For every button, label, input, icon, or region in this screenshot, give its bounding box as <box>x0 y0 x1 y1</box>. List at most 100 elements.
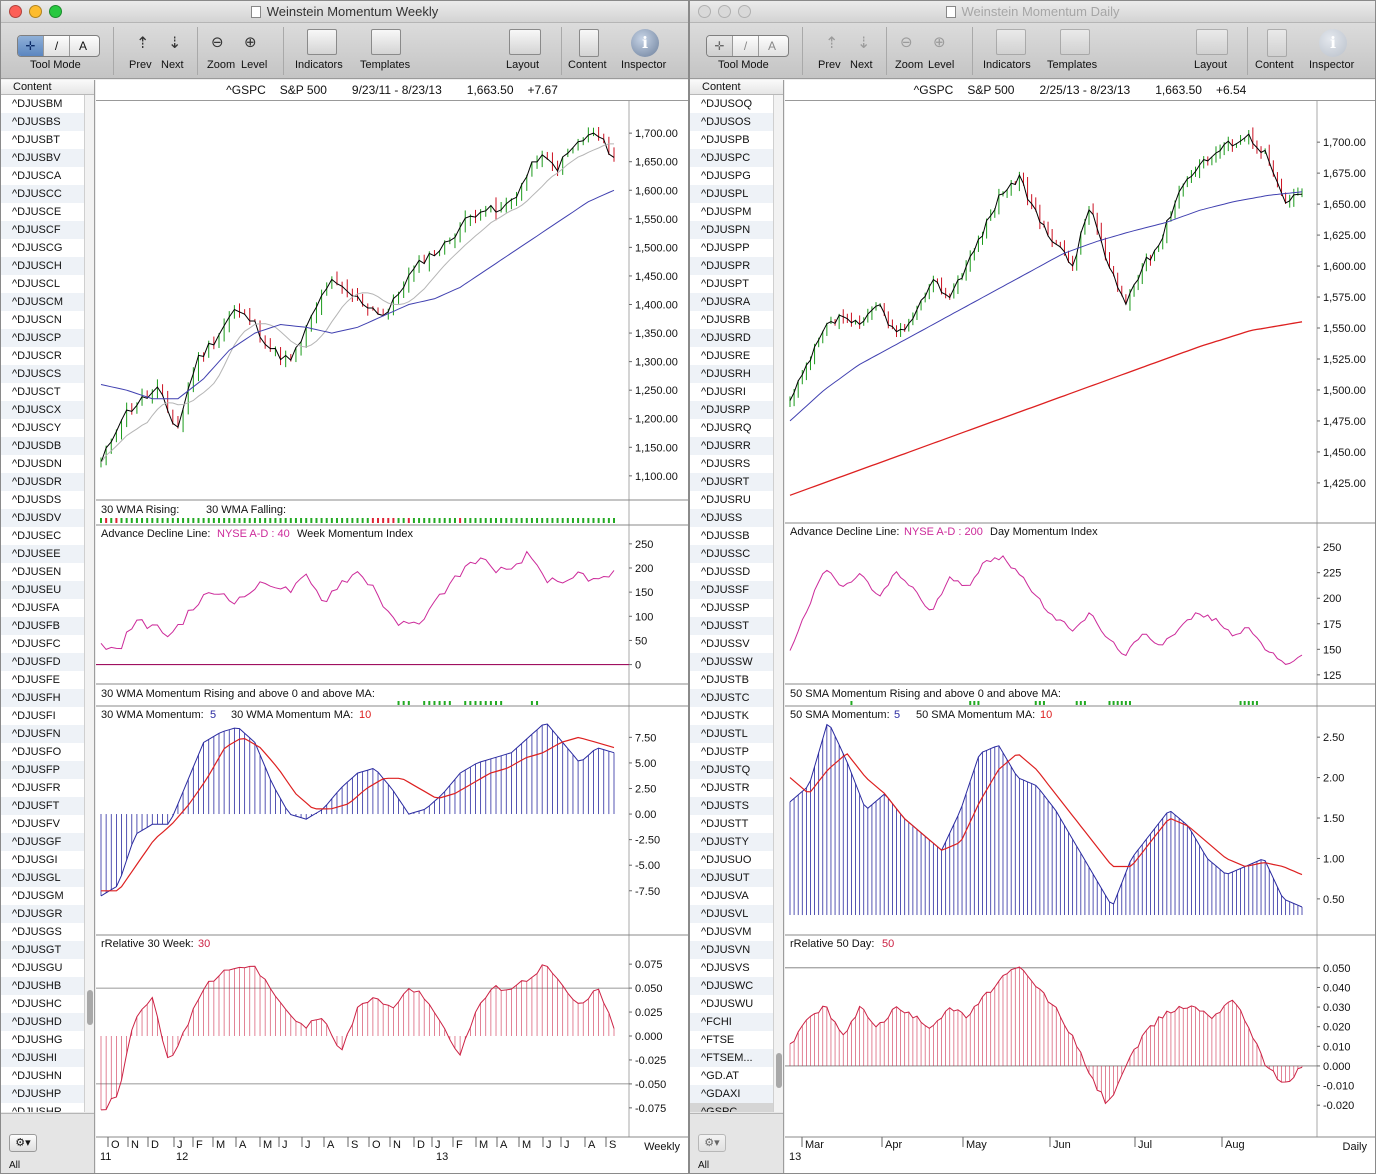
zoom-window-button[interactable] <box>738 5 751 18</box>
line-tool-icon[interactable]: / <box>44 36 70 56</box>
symbol-list-item[interactable]: ^DJUSCA <box>1 167 84 185</box>
all-filter-label[interactable]: All <box>698 1160 709 1171</box>
symbol-list-item[interactable]: ^DJUSTS <box>690 797 773 815</box>
symbol-list-item[interactable]: ^DJUSFR <box>1 779 84 797</box>
symbol-list-item[interactable]: ^DJUSFI <box>1 707 84 725</box>
symbol-list-item[interactable]: ^DJUSEC <box>1 527 84 545</box>
symbol-list-item[interactable]: ^DJUSBS <box>1 113 84 131</box>
symbol-list-item[interactable]: ^DJUSUO <box>690 851 773 869</box>
symbol-list-item[interactable]: ^DJUSSB <box>690 527 773 545</box>
next-button[interactable]: Next <box>850 59 873 71</box>
prev-arrow-icon[interactable]: ⇡ <box>825 33 838 53</box>
symbol-list-item[interactable]: ^DJUSWU <box>690 995 773 1013</box>
symbol-list-item[interactable]: ^DJUSVS <box>690 959 773 977</box>
symbol-list-item[interactable]: ^DJUSTB <box>690 671 773 689</box>
window-titlebar[interactable]: Weinstein Momentum Daily <box>690 1 1375 23</box>
symbol-list-item[interactable]: ^DJUSHI <box>1 1049 84 1067</box>
symbol-list-item[interactable]: ^DJUSFT <box>1 797 84 815</box>
symbol-list-item[interactable]: ^DJUSFV <box>1 815 84 833</box>
symbol-list-item[interactable]: ^DJUSFD <box>1 653 84 671</box>
scrollbar-thumb[interactable] <box>776 1053 782 1088</box>
next-button[interactable]: Next <box>161 59 184 71</box>
inspector-button[interactable]: Inspector <box>1309 59 1354 71</box>
symbol-list-item[interactable]: ^DJUSGM <box>1 887 84 905</box>
sidebar-header[interactable]: Content <box>690 80 783 95</box>
layout-button[interactable]: Layout <box>506 59 539 71</box>
symbol-list-item[interactable]: ^DJUSCC <box>1 185 84 203</box>
symbol-list-item[interactable]: ^DJUSCS <box>1 365 84 383</box>
symbol-list-item[interactable]: ^DJUSFA <box>1 599 84 617</box>
sidebar-scrollbar[interactable] <box>773 95 783 1112</box>
symbol-list-item[interactable]: ^DJUSCP <box>1 329 84 347</box>
symbol-list-item[interactable]: ^DJUSGU <box>1 959 84 977</box>
symbol-list-item[interactable]: ^DJUSHR <box>1 1103 84 1112</box>
sidebar-scrollbar[interactable] <box>84 95 94 1112</box>
symbol-list-item[interactable]: ^DJUSBV <box>1 149 84 167</box>
content-icon[interactable] <box>1267 29 1287 57</box>
symbol-list-item[interactable]: ^DJUSGS <box>1 923 84 941</box>
layout-button[interactable]: Layout <box>1194 59 1227 71</box>
symbol-list-item[interactable]: ^DJUSEE <box>1 545 84 563</box>
chart-area[interactable]: ^GSPC S&P 500 2/25/13 - 8/23/13 1,663.50 +6.… <box>785 80 1375 1173</box>
symbol-list-item[interactable]: ^DJUSFE <box>1 671 84 689</box>
symbol-list-item[interactable]: ^DJUSEU <box>1 581 84 599</box>
symbol-list-item[interactable]: ^DJUSPM <box>690 203 773 221</box>
prev-button[interactable]: Prev <box>129 59 152 71</box>
symbol-list-item[interactable]: ^DJUSRH <box>690 365 773 383</box>
symbol-list-item[interactable]: ^DJUSCR <box>1 347 84 365</box>
symbol-list-item[interactable]: ^DJUSCE <box>1 203 84 221</box>
layout-icon[interactable] <box>1196 29 1228 55</box>
symbol-list-item[interactable]: ^DJUSPR <box>690 257 773 275</box>
symbol-list-item[interactable]: ^DJUSSW <box>690 653 773 671</box>
symbol-list-item[interactable]: ^DJUSBT <box>1 131 84 149</box>
symbol-list-item[interactable]: ^GD.AT <box>690 1067 773 1085</box>
symbol-list-item[interactable]: ^DJUSCG <box>1 239 84 257</box>
symbol-list-item[interactable]: ^DJUSPN <box>690 221 773 239</box>
symbol-list-item[interactable]: ^DJUSST <box>690 617 773 635</box>
symbol-list-item[interactable]: ^DJUSCT <box>1 383 84 401</box>
symbol-list-item[interactable]: ^DJUSRA <box>690 293 773 311</box>
symbol-list-item[interactable]: ^DJUSEN <box>1 563 84 581</box>
chart-area[interactable]: ^GSPC S&P 500 9/23/11 - 8/23/13 1,663.50 +7.… <box>96 80 688 1173</box>
line-tool-icon[interactable]: / <box>733 36 759 56</box>
close-window-button[interactable] <box>9 5 22 18</box>
zoom-in-icon[interactable]: ⊕ <box>933 33 946 51</box>
symbol-list-item[interactable]: ^DJUSSD <box>690 563 773 581</box>
close-window-button[interactable] <box>698 5 711 18</box>
symbol-list-item[interactable]: ^DJUSRP <box>690 401 773 419</box>
symbol-list-item[interactable]: ^GDAXI <box>690 1085 773 1103</box>
symbol-list-item[interactable]: ^DJUSHG <box>1 1031 84 1049</box>
tool-mode-selector[interactable]: ✛ / A <box>706 35 789 57</box>
symbol-list-item[interactable]: ^DJUSTY <box>690 833 773 851</box>
crosshair-tool-icon[interactable]: ✛ <box>707 36 733 56</box>
next-arrow-icon[interactable]: ⇣ <box>857 33 870 53</box>
zoom-button[interactable]: Zoom <box>895 59 923 71</box>
content-button[interactable]: Content <box>568 59 607 71</box>
symbol-list-item[interactable]: ^DJUSVM <box>690 923 773 941</box>
symbol-list-item[interactable]: ^DJUSRU <box>690 491 773 509</box>
symbol-list-item[interactable]: ^DJUSDB <box>1 437 84 455</box>
symbol-list-item[interactable]: ^DJUSTT <box>690 815 773 833</box>
symbol-list-item[interactable]: ^DJUSGT <box>1 941 84 959</box>
symbol-list-item[interactable]: ^DJUSVN <box>690 941 773 959</box>
symbol-list-item[interactable]: ^DJUSRR <box>690 437 773 455</box>
symbol-list-item[interactable]: ^DJUSOQ <box>690 95 773 113</box>
level-button[interactable]: Level <box>928 59 954 71</box>
symbol-list-item[interactable]: ^DJUSCN <box>1 311 84 329</box>
symbol-list-item[interactable]: ^DJUSFC <box>1 635 84 653</box>
symbol-list-item[interactable]: ^DJUSFN <box>1 725 84 743</box>
sidebar-header[interactable]: Content <box>1 80 94 95</box>
window-titlebar[interactable]: Weinstein Momentum Weekly <box>1 1 688 23</box>
templates-button[interactable]: Templates <box>1047 59 1097 71</box>
symbol-list-item[interactable]: ^DJUSTR <box>690 779 773 797</box>
symbol-list-item[interactable]: ^DJUSGF <box>1 833 84 851</box>
symbol-list-item[interactable]: ^DJUSCM <box>1 293 84 311</box>
symbol-list-item[interactable]: ^DJUSCL <box>1 275 84 293</box>
symbol-list-item[interactable]: ^DJUSRI <box>690 383 773 401</box>
minimize-window-button[interactable] <box>718 5 731 18</box>
symbol-list-item[interactable]: ^DJUSRS <box>690 455 773 473</box>
gear-icon[interactable]: ⚙▾ <box>9 1134 37 1152</box>
symbol-list-item[interactable]: ^DJUSRQ <box>690 419 773 437</box>
symbol-list-item[interactable]: ^DJUSPL <box>690 185 773 203</box>
templates-icon[interactable] <box>1060 29 1090 55</box>
